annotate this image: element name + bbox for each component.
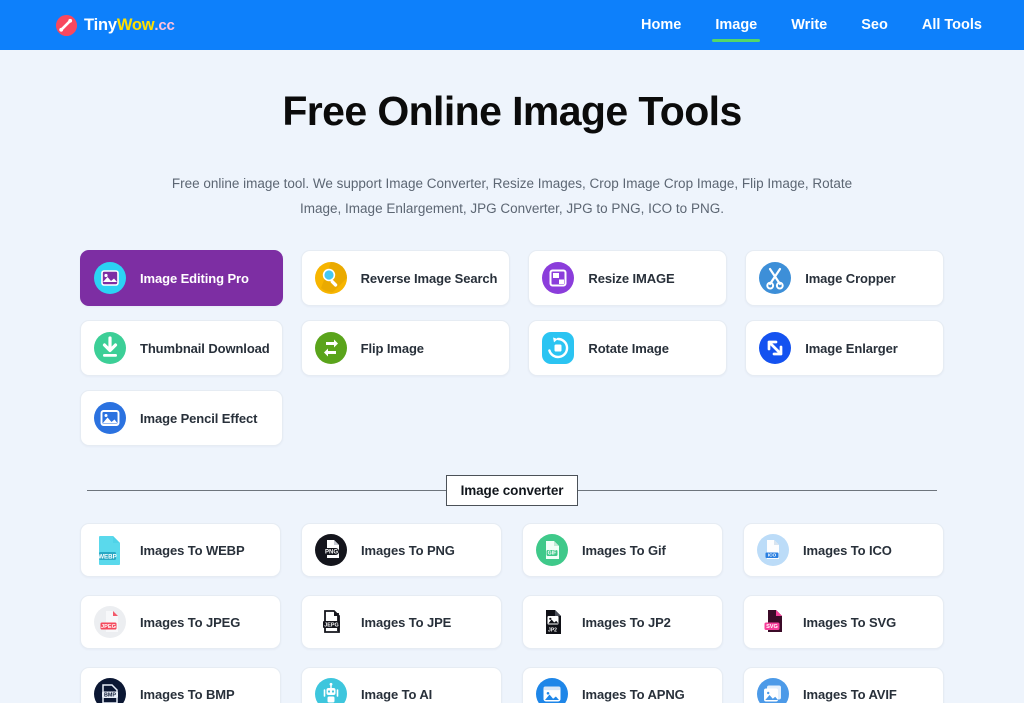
nav-link-home[interactable]: Home	[641, 0, 681, 50]
tool-card-label: Image Pencil Effect	[140, 411, 257, 426]
converter-card-label: Images To SVG	[803, 615, 896, 630]
section-divider: Image converter	[87, 474, 937, 506]
tool-card-rotate-image[interactable]: Rotate Image	[528, 320, 727, 376]
section-divider-label: Image converter	[446, 475, 579, 506]
wand-icon	[56, 15, 77, 36]
expand-diagonal-icon	[758, 331, 792, 365]
content-wrapper: Image Editing Pro Reverse Image Search Res…	[80, 250, 944, 703]
file-svg-icon: SVG	[756, 605, 790, 639]
tool-card-label: Image Editing Pro	[140, 271, 249, 286]
nav-link-write[interactable]: Write	[791, 0, 827, 50]
converter-card-images-to-bmp[interactable]: BMP Images To BMP	[80, 667, 281, 703]
logo-text-wow: Wow	[117, 16, 155, 34]
converter-card-label: Images To JPE	[361, 615, 451, 630]
converter-card-label: Image To AI	[361, 687, 432, 702]
tool-card-image-cropper[interactable]: Image Cropper	[745, 250, 944, 306]
rotate-icon	[541, 331, 575, 365]
converter-card-label: Images To APNG	[582, 687, 685, 702]
tool-card-thumbnail-download[interactable]: Thumbnail Download	[80, 320, 283, 376]
avif-album-icon	[756, 677, 790, 703]
magnifier-icon	[314, 261, 348, 295]
page-title: Free Online Image Tools	[0, 88, 1024, 135]
converter-card-label: Images To Gif	[582, 543, 666, 558]
converter-card-images-to-gif[interactable]: GIF Images To Gif	[522, 523, 723, 577]
apng-album-icon	[535, 677, 569, 703]
tool-card-resize-image[interactable]: Resize IMAGE	[528, 250, 727, 306]
file-webp-icon: WEBP	[93, 533, 127, 567]
converter-card-images-to-ico[interactable]: ICO Images To ICO	[743, 523, 944, 577]
converter-card-label: Images To JPEG	[140, 615, 240, 630]
nav-link-image[interactable]: Image	[715, 0, 757, 50]
svg-text:BMP: BMP	[104, 693, 116, 699]
tool-card-label: Thumbnail Download	[140, 341, 270, 356]
svg-text:JPEG: JPEG	[101, 624, 116, 630]
page-description: Free online image tool. We support Image…	[162, 171, 862, 221]
logo-text-tiny: Tiny	[84, 16, 117, 34]
logo-wordmark: TinyWow.cc	[84, 16, 175, 35]
picture-icon	[93, 401, 127, 435]
tool-card-label: Flip Image	[361, 341, 424, 356]
nav-links: Home Image Write Seo All Tools	[641, 0, 982, 50]
svg-text:JP2: JP2	[548, 628, 557, 634]
logo-text-cc: .cc	[154, 17, 174, 34]
svg-text:WEBP: WEBP	[98, 553, 117, 560]
svg-text:ICO: ICO	[768, 553, 777, 559]
converter-card-images-to-jpeg[interactable]: JPEG Images To JPEG	[80, 595, 281, 649]
converter-card-images-to-avif[interactable]: Images To AVIF	[743, 667, 944, 703]
converter-card-images-to-jpe[interactable]: JEPG Images To JPE	[301, 595, 502, 649]
svg-text:GIF: GIF	[548, 551, 557, 557]
resize-icon	[541, 261, 575, 295]
tool-card-label: Rotate Image	[588, 341, 668, 356]
converter-card-images-to-png[interactable]: PNG Images To PNG	[301, 523, 502, 577]
file-ico-icon: ICO	[756, 533, 790, 567]
svg-text:SVG: SVG	[766, 624, 778, 630]
nav-link-all-tools[interactable]: All Tools	[922, 0, 982, 50]
file-jpe-icon: JEPG	[314, 605, 348, 639]
tool-card-label: Image Cropper	[805, 271, 895, 286]
tool-card-image-enlarger[interactable]: Image Enlarger	[745, 320, 944, 376]
tool-card-image-pencil-effect[interactable]: Image Pencil Effect	[80, 390, 283, 446]
file-gif-icon: GIF	[535, 533, 569, 567]
image-edit-icon	[93, 261, 127, 295]
converter-card-label: Images To WEBP	[140, 543, 245, 558]
tool-card-label: Reverse Image Search	[361, 271, 498, 286]
top-navbar: TinyWow.cc Home Image Write Seo All Tool…	[0, 0, 1024, 50]
flip-arrows-icon	[314, 331, 348, 365]
converter-card-images-to-apng[interactable]: Images To APNG	[522, 667, 723, 703]
file-bmp-icon: BMP	[93, 677, 127, 703]
tool-card-reverse-image-search[interactable]: Reverse Image Search	[301, 250, 511, 306]
file-jpeg-icon: JPEG	[93, 605, 127, 639]
scissors-icon	[758, 261, 792, 295]
tool-card-label: Resize IMAGE	[588, 271, 674, 286]
site-logo[interactable]: TinyWow.cc	[56, 15, 175, 36]
image-converter-grid: WEBP Images To WEBP PNG Images To PNG GIF Ima…	[80, 523, 944, 703]
converter-card-images-to-webp[interactable]: WEBP Images To WEBP	[80, 523, 281, 577]
tool-card-label: Image Enlarger	[805, 341, 898, 356]
svg-text:PNG: PNG	[325, 550, 338, 556]
file-png-icon: PNG	[314, 533, 348, 567]
tool-card-flip-image[interactable]: Flip Image	[301, 320, 511, 376]
converter-card-images-to-svg[interactable]: SVG Images To SVG	[743, 595, 944, 649]
hero-section: Free Online Image Tools Free online imag…	[0, 50, 1024, 221]
robot-icon	[314, 677, 348, 703]
converter-card-label: Images To AVIF	[803, 687, 897, 702]
converter-card-label: Images To JP2	[582, 615, 671, 630]
converter-card-images-to-jp2[interactable]: JP2 Images To JP2	[522, 595, 723, 649]
converter-card-label: Images To BMP	[140, 687, 235, 702]
svg-text:JEPG: JEPG	[324, 622, 338, 628]
converter-card-image-to-ai[interactable]: Image To AI	[301, 667, 502, 703]
nav-link-seo[interactable]: Seo	[861, 0, 888, 50]
converter-card-label: Images To PNG	[361, 543, 455, 558]
download-arrow-icon	[93, 331, 127, 365]
image-tools-grid: Image Editing Pro Reverse Image Search Res…	[80, 250, 944, 446]
file-jp2-icon: JP2	[535, 605, 569, 639]
converter-card-label: Images To ICO	[803, 543, 892, 558]
tool-card-image-editing-pro[interactable]: Image Editing Pro	[80, 250, 283, 306]
